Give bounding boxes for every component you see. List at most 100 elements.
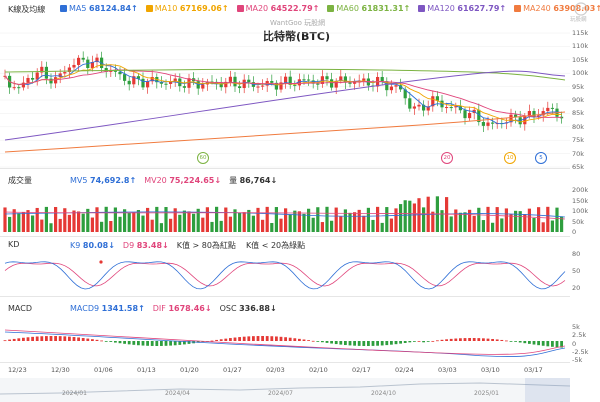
volume-bar [90, 217, 94, 232]
macd-legend-item: MACD9 1341.58↑ [70, 304, 145, 313]
candle-body [307, 79, 311, 81]
volume-bar [95, 207, 99, 232]
osc-bar [86, 338, 90, 341]
volume-bar [12, 209, 16, 232]
osc-bar [330, 341, 333, 344]
candle-body [380, 76, 384, 82]
osc-bar [132, 341, 136, 345]
ma-marker[interactable]: 20 [441, 152, 453, 164]
ma240-line [4, 111, 566, 153]
candle-body [77, 57, 81, 65]
candle-body [293, 84, 297, 86]
macd-tick: 5k [572, 323, 580, 331]
osc-bar [17, 338, 21, 341]
osc-bar [339, 341, 343, 345]
legend-value: 74,692.8↑ [90, 176, 137, 185]
candle-body [523, 116, 527, 125]
volume-bar [164, 207, 168, 232]
osc-bar [537, 341, 540, 346]
candle-body [238, 86, 242, 89]
osc-bar [472, 338, 476, 341]
osc-bar [422, 341, 425, 343]
macd-legend: MACD9 1341.58↑ DIF 1678.46↓ OSC 336.88↓ [70, 304, 285, 313]
macd-panel-header: MACD [8, 304, 32, 313]
volume-bar [380, 222, 384, 232]
osc-bar [380, 341, 384, 346]
osc-bar [362, 341, 366, 346]
osc-bar [449, 338, 453, 341]
volume-tick: 100k [572, 207, 589, 215]
osc-bar [127, 341, 131, 345]
osc-bar [495, 339, 499, 341]
price-tick: 70k [572, 149, 585, 158]
volume-bar [334, 207, 338, 232]
kd-panel-label: KD [8, 240, 20, 249]
volume-bar [537, 207, 541, 232]
candle-body [63, 72, 67, 74]
price-tick: 115k [572, 29, 589, 37]
legend-value: 83.48↓ [136, 241, 169, 250]
candle-body [417, 104, 421, 107]
volume-bar [366, 207, 370, 232]
legend-label: K9 [70, 241, 83, 250]
osc-bar [399, 341, 402, 344]
volume-bar [481, 220, 485, 232]
volume-bar [458, 212, 462, 232]
volume-bar [251, 215, 255, 232]
volume-bar [454, 209, 458, 232]
volume-bar [422, 207, 426, 232]
volume-bar [270, 223, 274, 232]
osc-bar [348, 341, 352, 346]
candle-body [463, 110, 467, 119]
volume-bar [31, 215, 35, 232]
volume-bar [293, 210, 297, 232]
volume-bar [311, 217, 315, 232]
candle-body [247, 79, 251, 83]
volume-bar [182, 210, 186, 232]
osc-bar [440, 339, 444, 341]
osc-bar [459, 338, 462, 341]
volume-bar [449, 216, 453, 232]
ma-marker[interactable]: 5 [535, 152, 547, 164]
legend-label: OSC [219, 304, 240, 313]
osc-bar [408, 341, 412, 343]
candle-body [256, 86, 260, 88]
candle-body [31, 77, 35, 80]
candle-body [261, 85, 265, 87]
price-tick: 80k [572, 122, 585, 131]
volume-bar [104, 206, 108, 232]
osc-bar [68, 336, 71, 341]
osc-bar [321, 341, 324, 343]
price-tick: 65k [572, 163, 585, 171]
x-tick: 03/10 [481, 366, 500, 374]
osc-bar [353, 341, 356, 346]
candle-body [21, 82, 25, 88]
volume-bar [219, 220, 223, 232]
timeline-navigator[interactable]: 2024/01 2024/04 2024/07 2024/10 2025/01 [0, 378, 570, 402]
ma-marker[interactable]: 10 [504, 152, 516, 164]
osc-bar [114, 341, 117, 343]
osc-bar [233, 337, 237, 341]
candle-body [49, 78, 53, 84]
volume-bar [527, 208, 531, 232]
kd-legend-item: K9 80.08↓ [70, 241, 115, 250]
volume-bar [274, 207, 278, 232]
osc-bar [334, 341, 338, 345]
volume-bar [468, 209, 472, 232]
volume-bar [187, 211, 191, 232]
timeline-label: 2024/04 [165, 390, 190, 397]
candle-body [353, 82, 357, 84]
osc-bar [270, 336, 274, 341]
macd-tick: 0 [572, 339, 577, 348]
volume-bar [256, 207, 260, 232]
volume-legend-item: MV5 74,692.8↑ [70, 176, 136, 185]
volume-bar [440, 210, 444, 232]
osc-bar [523, 341, 527, 344]
candle-body [481, 122, 485, 126]
osc-bar [229, 338, 232, 341]
ma-marker[interactable]: 60 [197, 152, 209, 164]
candle-body [17, 87, 21, 89]
volume-bar [555, 207, 559, 232]
volume-bar [3, 207, 7, 232]
osc-bar [12, 338, 16, 341]
